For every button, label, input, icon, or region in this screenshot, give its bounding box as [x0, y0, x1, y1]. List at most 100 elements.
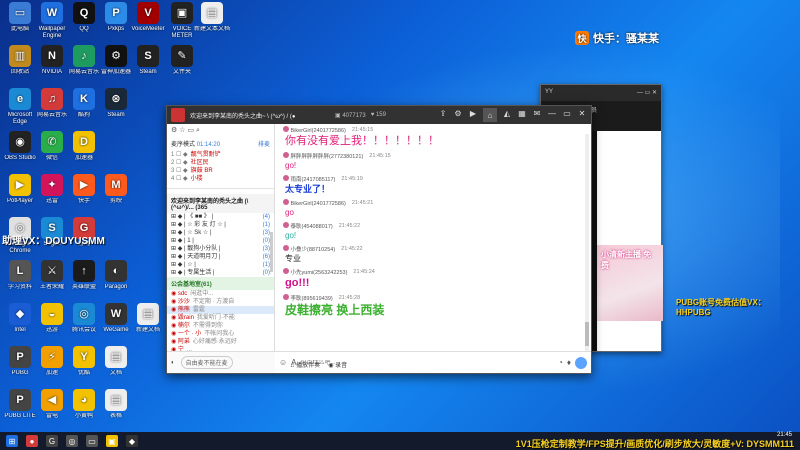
sidebar-scrollbar[interactable]: [270, 232, 273, 272]
message-user[interactable]: 雨南(2417085117): [283, 175, 335, 183]
channel-item[interactable]: ⊞ ◆ | 1 | (0): [167, 237, 274, 245]
record-button[interactable]: ◉ 录音: [328, 360, 347, 369]
bg-window-ad[interactable]: 小清新主播 免费: [597, 245, 663, 321]
mic-queue-item[interactable]: 4 ☐ ◆ 小楼: [167, 175, 274, 183]
desktop-icon[interactable]: ▤ 新建文档: [130, 303, 166, 341]
desktop-icon[interactable]: W WeGame: [98, 303, 134, 341]
message-icon[interactable]: ✉: [532, 108, 542, 118]
mic-mode-dropdown[interactable]: 自由麦不能在麦: [180, 356, 233, 369]
yy-icon[interactable]: ▣: [106, 435, 118, 447]
member-item[interactable]: ◉ sdc 闲逛中...: [167, 290, 274, 298]
desktop-icon[interactable]: ◐ Paragon: [98, 260, 134, 298]
desktop-icon[interactable]: ✦ 迅雷: [34, 174, 70, 212]
bg-window-titlebar[interactable]: YY — ▭ ✕: [541, 85, 661, 101]
desktop-icon[interactable]: V VoiceMeeter: [130, 2, 166, 40]
desktop-icon[interactable]: L 学习资料: [2, 260, 38, 298]
group-header[interactable]: 公会基地室(61): [167, 277, 274, 290]
desktop-icon[interactable]: ↑ 英雄联盟: [66, 260, 102, 298]
desktop-icon[interactable]: ⊛ Steam: [98, 88, 134, 126]
message-user[interactable]: 泰耿(454088017): [283, 222, 333, 230]
desktop-icon[interactable]: M 剪映: [98, 174, 134, 212]
desktop-icon[interactable]: ✎ 文件夹: [164, 45, 200, 83]
desktop-icon[interactable]: W Wallpaper Engine: [34, 2, 70, 40]
bubble-icon[interactable]: ◔: [558, 358, 563, 367]
desktop-icon[interactable]: ◒ 迅游: [34, 303, 70, 341]
bg-window-controls[interactable]: — ▭ ✕: [637, 89, 657, 97]
desktop-icon[interactable]: e Microsoft Edge: [2, 88, 38, 126]
maximize-icon[interactable]: ▭: [562, 108, 572, 118]
main-titlebar[interactable]: 欢迎来到李某南的秃头之曲~ \ (^ω^) / (● ▣ 4077173 ♥ 1…: [167, 106, 591, 124]
desktop-icon[interactable]: ♪ 网易云音乐: [66, 45, 102, 83]
mic-queue-item[interactable]: 1 ☐ ◆ 靓气贯耐铲: [167, 151, 274, 159]
desktop-icon[interactable]: S Steam: [130, 45, 166, 83]
member-item[interactable]: ◉ 沙沙 不定期 · 方渡自: [167, 298, 274, 306]
netease-icon[interactable]: ●: [26, 435, 38, 447]
desktop-icon[interactable]: ⚡ 加速: [34, 346, 70, 384]
grid-icon[interactable]: ▦: [517, 108, 527, 118]
member-item[interactable]: ◉ 阿弟 心好痛感·永远好: [167, 338, 274, 346]
chat-scrollbar[interactable]: [585, 134, 589, 351]
desktop-icon[interactable]: ⚙ 雷神加速器: [98, 45, 134, 83]
room-avatar[interactable]: [171, 108, 185, 122]
desktop-icon[interactable]: K 酷狗: [66, 88, 102, 126]
member-item[interactable]: ◉ 熊熊 雷霆: [167, 306, 274, 314]
desktop-icon[interactable]: ◆ Intel: [2, 303, 38, 341]
desktop-icon[interactable]: P PUBG LITE: [2, 389, 38, 427]
desktop-icon[interactable]: Y 优酷: [66, 346, 102, 384]
game-icon[interactable]: ◆: [126, 435, 138, 447]
minimize-icon[interactable]: —: [547, 108, 557, 118]
desktop-icon[interactable]: ▤ 文档: [98, 346, 134, 384]
desktop-icon[interactable]: ▶ PotPlayer: [2, 174, 38, 212]
desktop-icon[interactable]: ♫ 网易云音乐: [34, 88, 70, 126]
share-icon[interactable]: ⇪: [438, 108, 448, 118]
member-item[interactable]: ◉ 一个 · 小不帐问我心: [167, 330, 274, 338]
channel-item[interactable]: ⊞ ◆ | 靓狗小分队 | (3): [167, 245, 274, 253]
desktop-icon[interactable]: P PUBG: [2, 346, 38, 384]
desktop-icon[interactable]: N NVIDIA: [34, 45, 70, 83]
display-icon[interactable]: ▭: [86, 435, 98, 447]
desktop-icon[interactable]: ◎ 腾讯会议: [66, 303, 102, 341]
chat-scroll-thumb[interactable]: [585, 322, 589, 346]
start-icon[interactable]: ⊞: [6, 435, 18, 447]
play-accompaniment-button[interactable]: ♫ 播放伴奏: [290, 360, 320, 369]
mic-button[interactable]: ◐: [171, 360, 175, 366]
desktop-icon[interactable]: Q QQ: [66, 2, 102, 40]
message-user[interactable]: 胖胖胖胖胖胖胖(2772380121): [283, 152, 363, 160]
member-item[interactable]: ◉ 毁rain 我爱听门·不能: [167, 314, 274, 322]
chrome2-icon[interactable]: ◎: [66, 435, 78, 447]
channel-item[interactable]: ⊞ ◆ | ☆ | (1): [167, 261, 274, 269]
home-icon[interactable]: ⌂: [483, 108, 497, 122]
message-user[interactable]: BikerGirl(2401772586): [283, 199, 346, 207]
desktop-icon[interactable]: ▭ 此电脑: [2, 2, 38, 40]
desktop-icon[interactable]: ◀ 雷电: [34, 389, 70, 427]
channel-item[interactable]: ⊞ ◆ | ☆ Sk ☆ | (3): [167, 229, 274, 237]
desktop-icon[interactable]: ✆ 微信: [34, 131, 70, 169]
desktop-icon[interactable]: ▤ 表格: [98, 389, 134, 427]
desktop-icon[interactable]: ◉ OBS Studio: [2, 131, 38, 169]
message-user[interactable]: 小先yumi(2563242253): [283, 268, 347, 276]
video-icon[interactable]: ▶: [468, 108, 478, 118]
yy-chat-window[interactable]: 欢迎来到李某南的秃头之曲~ \ (^ω^) / (● ▣ 4077173 ♥ 1…: [166, 105, 592, 374]
settings-icon[interactable]: ⚙: [453, 108, 463, 118]
desktop-icon[interactable]: P Pxkps: [98, 2, 134, 40]
desktop-icon[interactable]: ▥ 回收站: [2, 45, 38, 83]
gamepad-icon[interactable]: ◭: [502, 108, 512, 118]
room-header[interactable]: 欢迎来到李某南的秃头之曲 (\(^ω^)/... (365: [167, 194, 274, 213]
chrome-icon[interactable]: G: [46, 435, 58, 447]
emoji-icon[interactable]: ☺: [279, 358, 287, 367]
message-user[interactable]: 李耿(895619439): [283, 294, 333, 302]
message-user[interactable]: 小叠少(88710254): [283, 245, 335, 253]
mic-queue-item[interactable]: 3 ☐ ◆ 旗鼓 BR: [167, 167, 274, 175]
desktop-icon[interactable]: ◕ 小黄鸭: [66, 389, 102, 427]
desktop-icon[interactable]: ▶ 快手: [66, 174, 102, 212]
channel-item[interactable]: ⊞ ◆ | ☆ 彩 友 灯 ☆ | (1): [167, 221, 274, 229]
channel-item[interactable]: ⊞ ◆ | 天道明月刀 | (6): [167, 253, 274, 261]
channel-item[interactable]: ⊞ ◆ | 专属生活 | (0): [167, 269, 274, 277]
mic-icon[interactable]: ♦: [567, 358, 571, 367]
queue-link[interactable]: 排麦: [258, 139, 270, 148]
message-user[interactable]: BikerGirl(2401772586): [283, 126, 346, 134]
channel-item[interactable]: ⊞ ◆ | 《 ■■ 》 | (4): [167, 213, 274, 221]
desktop-icon[interactable]: D 加速器: [66, 131, 102, 169]
close-icon[interactable]: ✕: [577, 108, 587, 118]
send-button[interactable]: [575, 356, 587, 369]
